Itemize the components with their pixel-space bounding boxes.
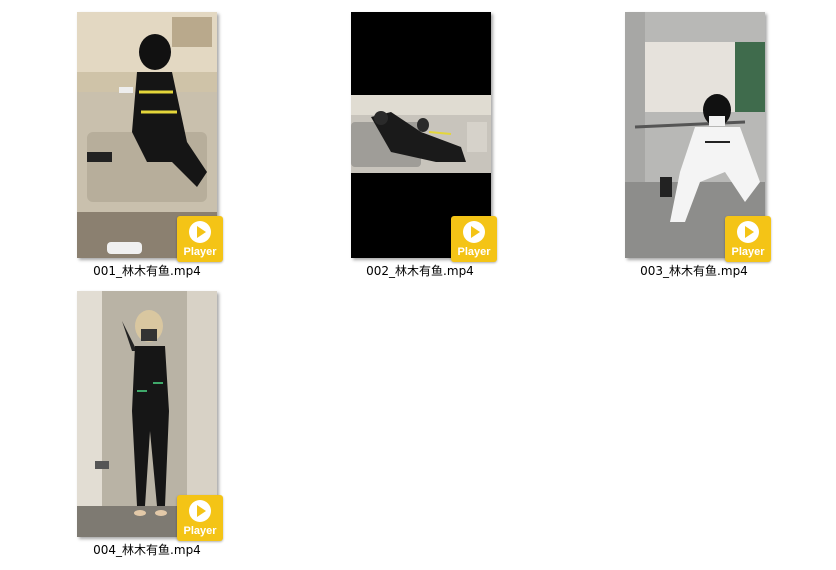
file-name: 003_林木有鱼.mp4 — [640, 264, 748, 278]
badge-label: Player — [457, 246, 491, 258]
file-grid: Player 001_林木有鱼.mp4 Player 002_林木有鱼.mp4 — [0, 0, 836, 570]
badge-label: Player — [183, 246, 217, 258]
file-name: 002_林木有鱼.mp4 — [366, 264, 474, 278]
player-badge[interactable]: Player — [451, 216, 497, 262]
file-item-001[interactable]: Player 001_林木有鱼.mp4 — [57, 12, 237, 282]
file-name: 001_林木有鱼.mp4 — [93, 264, 201, 278]
badge-label: Player — [731, 246, 765, 258]
play-icon — [463, 221, 485, 243]
badge-label: Player — [183, 525, 217, 537]
file-item-004[interactable]: Player 004_林木有鱼.mp4 — [57, 291, 237, 561]
player-badge[interactable]: Player — [177, 216, 223, 262]
player-badge[interactable]: Player — [177, 495, 223, 541]
file-item-003[interactable]: Player 003_林木有鱼.mp4 — [604, 12, 784, 282]
player-badge[interactable]: Player — [725, 216, 771, 262]
file-name: 004_林木有鱼.mp4 — [93, 543, 201, 557]
play-icon — [189, 500, 211, 522]
file-item-002[interactable]: Player 002_林木有鱼.mp4 — [330, 12, 510, 282]
play-icon — [737, 221, 759, 243]
play-icon — [189, 221, 211, 243]
